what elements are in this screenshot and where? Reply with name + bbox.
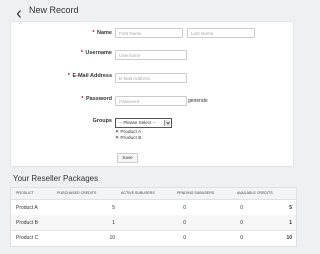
column-header-product[interactable]: PRODUCT (16, 191, 34, 195)
page-header: New Record (0, 0, 300, 22)
selected-group-product-b[interactable]: ✕ Product B (115, 136, 141, 141)
last-name-input[interactable] (187, 28, 255, 38)
groups-select[interactable]: -- Please Select -- (115, 118, 172, 128)
required-mark: * (67, 73, 70, 79)
product-cell: Product B (16, 220, 38, 226)
groups-label: Groups (32, 118, 112, 124)
reseller-packages-table: PRODUCT PURCHASED CREDITS ACTIVE SUBUSER… (10, 187, 297, 247)
groups-select-value: -- Please Select -- (119, 120, 156, 125)
active-cell: 0 (183, 220, 186, 226)
pending-cell: 0 (240, 220, 243, 226)
password-label-text: Password (86, 96, 112, 102)
email-label: * E-Mail Address (32, 73, 112, 79)
reseller-packages-title: Your Reseller Packages (13, 174, 99, 183)
record-form-card: * Name * Username * E-Mail Address * Pas… (10, 21, 294, 167)
email-label-text: E-Mail Address (72, 73, 112, 79)
required-mark: * (81, 96, 84, 102)
page-title: New Record (29, 5, 79, 15)
table-row: Product A 5 0 0 5 (11, 200, 296, 216)
column-header-pending-subusers[interactable]: PENDING SUBUSERS (177, 191, 214, 195)
available-cell: 10 (286, 235, 292, 241)
password-input[interactable] (115, 96, 187, 106)
name-label-text: Name (97, 30, 112, 36)
username-label: * Username (32, 50, 112, 56)
purchased-cell: 1 (112, 220, 115, 226)
table-header: PRODUCT PURCHASED CREDITS ACTIVE SUBUSER… (11, 188, 296, 200)
table-row: Product C 10 0 0 10 (11, 230, 296, 245)
password-label: * Password (32, 96, 112, 102)
generate-password-link[interactable]: generate (188, 98, 208, 104)
username-label-text: Username (85, 50, 112, 56)
table-row: Product B 1 0 0 1 (11, 215, 296, 231)
username-input[interactable] (115, 50, 187, 60)
pending-cell: 0 (240, 235, 243, 241)
selected-group-product-a[interactable]: ✕ Product A (115, 130, 141, 135)
pending-cell: 0 (240, 205, 243, 211)
chevron-left-icon[interactable] (15, 6, 23, 18)
purchased-cell: 5 (112, 205, 115, 211)
active-cell: 0 (183, 205, 186, 211)
first-name-input[interactable] (115, 28, 183, 38)
active-cell: 0 (183, 235, 186, 241)
available-cell: 1 (289, 220, 292, 226)
available-cell: 5 (289, 205, 292, 211)
column-header-purchased-credits[interactable]: PURCHASED CREDITS (57, 191, 96, 195)
save-button[interactable]: Save (117, 153, 138, 163)
name-label: * Name (32, 30, 112, 36)
column-header-active-subusers[interactable]: ACTIVE SUBUSERS (121, 191, 155, 195)
groups-label-text: Groups (92, 118, 112, 124)
required-mark: * (80, 50, 83, 56)
required-mark: * (92, 30, 95, 36)
product-cell: Product A (16, 205, 38, 211)
purchased-cell: 10 (109, 235, 115, 241)
chevron-down-icon[interactable] (164, 120, 170, 126)
column-header-available-credits[interactable]: AVAILABLE CREDITS (237, 191, 273, 195)
email-input[interactable] (115, 73, 187, 83)
product-cell: Product C (16, 235, 39, 241)
